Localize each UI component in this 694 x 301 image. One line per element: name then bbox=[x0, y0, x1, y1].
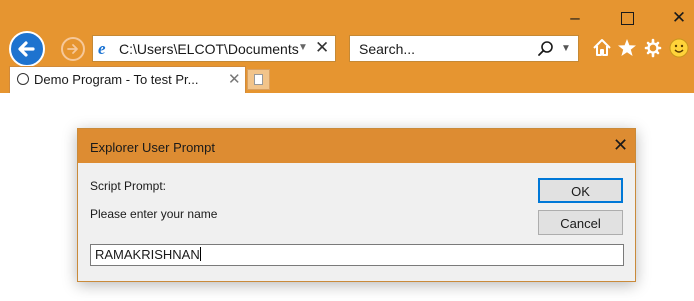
dialog-titlebar: Explorer User Prompt ✕ bbox=[78, 129, 635, 163]
dialog-title: Explorer User Prompt bbox=[90, 140, 215, 155]
ie-page-icon: e bbox=[98, 39, 106, 58]
text-caret bbox=[199, 247, 201, 261]
maximize-icon bbox=[620, 12, 634, 25]
back-arrow-icon bbox=[18, 41, 35, 57]
forward-button[interactable] bbox=[61, 37, 85, 61]
browser-chrome: – ✕ e C:\Users\ELCOT\Documents ▼ ✕ Searc… bbox=[0, 0, 694, 93]
new-tab-button[interactable] bbox=[247, 69, 270, 90]
gear-icon[interactable] bbox=[642, 36, 664, 60]
loading-icon bbox=[17, 73, 29, 85]
back-button[interactable] bbox=[9, 31, 45, 67]
search-dropdown-icon[interactable]: ▼ bbox=[561, 43, 571, 54]
search-placeholder: Search... bbox=[359, 41, 416, 57]
minimize-button[interactable]: – bbox=[560, 6, 590, 30]
prompt-dialog: Explorer User Prompt ✕ Script Prompt: Pl… bbox=[77, 128, 636, 282]
tab-title: Demo Program - To test Pr... bbox=[34, 72, 199, 87]
window-close-button[interactable]: ✕ bbox=[664, 6, 694, 30]
search-input[interactable]: Search... ▼ bbox=[349, 35, 579, 62]
prompt-label: Script Prompt: bbox=[90, 179, 167, 193]
new-tab-icon bbox=[254, 74, 263, 85]
tab-close-icon[interactable]: ✕ bbox=[228, 70, 241, 88]
maximize-button[interactable] bbox=[612, 6, 642, 30]
name-input-value: RAMAKRISHNAN bbox=[95, 247, 200, 262]
tab-demo-program[interactable]: Demo Program - To test Pr... ✕ bbox=[9, 66, 246, 93]
search-icon[interactable] bbox=[536, 39, 556, 59]
address-text: C:\Users\ELCOT\Documents bbox=[119, 41, 299, 57]
smiley-icon[interactable] bbox=[668, 36, 690, 60]
star-icon[interactable] bbox=[616, 36, 638, 60]
address-bar[interactable]: e C:\Users\ELCOT\Documents ▼ ✕ bbox=[92, 35, 336, 62]
stop-icon[interactable]: ✕ bbox=[315, 38, 329, 58]
home-icon[interactable] bbox=[591, 36, 613, 60]
address-dropdown-icon[interactable]: ▼ bbox=[298, 42, 308, 53]
forward-arrow-icon bbox=[67, 44, 78, 54]
dialog-close-button[interactable]: ✕ bbox=[613, 135, 628, 156]
prompt-message: Please enter your name bbox=[90, 207, 218, 221]
ok-button[interactable]: OK bbox=[538, 178, 623, 203]
name-input[interactable]: RAMAKRISHNAN bbox=[90, 244, 624, 266]
cancel-button[interactable]: Cancel bbox=[538, 210, 623, 235]
